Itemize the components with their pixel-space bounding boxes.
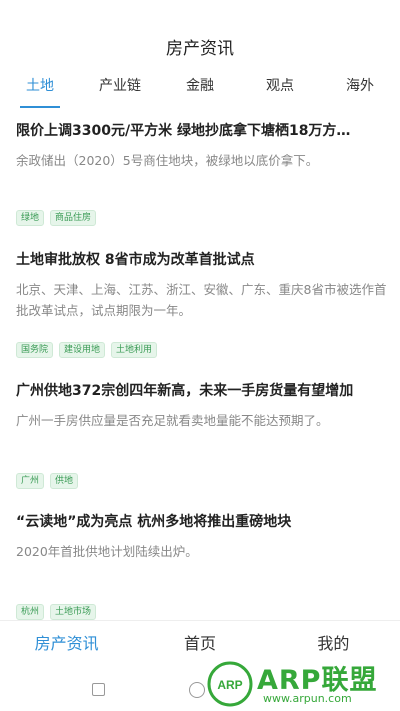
tab-industry-chain[interactable]: 产业链 bbox=[80, 68, 160, 108]
tag[interactable]: 建设用地 bbox=[59, 342, 106, 358]
app-header: 房产资讯 bbox=[0, 0, 400, 64]
watermark-url: www.arpun.com bbox=[263, 692, 352, 705]
article-item[interactable]: 限价上调3300元/平方米 绿地抄底拿下塘栖18万方… 余政储出（2020）5号… bbox=[0, 108, 400, 238]
article-title: 限价上调3300元/平方米 绿地抄底拿下塘栖18万方… bbox=[16, 123, 351, 139]
tab-finance[interactable]: 金融 bbox=[160, 68, 240, 108]
article-item[interactable]: 广州供地372宗创四年新高，未来一手房货量有望增加 广州一手房供应量是否充足就看… bbox=[0, 369, 400, 500]
logo-text: ARP bbox=[217, 678, 242, 692]
article-title: “云读地”成为亮点 杭州多地将推出重磅地块 bbox=[16, 514, 292, 530]
article-tags: 杭州 土地市场 bbox=[16, 604, 97, 620]
tab-land[interactable]: 土地 bbox=[0, 68, 80, 108]
arp-logo-icon: ARP bbox=[207, 661, 253, 707]
article-summary: 广州一手房供应量是否充足就看卖地量能不能达预期了。 bbox=[16, 413, 329, 428]
tab-label: 金融 bbox=[186, 78, 214, 94]
tab-label: 土地 bbox=[26, 78, 54, 94]
article-tags: 国务院 建设用地 土地利用 bbox=[16, 342, 158, 358]
article-summary: 2020年首批供地计划陆续出炉。 bbox=[16, 544, 198, 559]
article-summary: 余政储出（2020）5号商住地块，被绿地以底价拿下。 bbox=[16, 153, 319, 168]
article-tags: 绿地 商品住房 bbox=[16, 210, 97, 226]
tag[interactable]: 绿地 bbox=[16, 210, 45, 226]
tag[interactable]: 供地 bbox=[50, 473, 79, 489]
category-tabs: 土地 产业链 金融 观点 海外 bbox=[0, 68, 400, 108]
tag[interactable]: 土地市场 bbox=[50, 604, 97, 620]
article-item[interactable]: 土地审批放权 8省市成为改革首批试点 北京、天津、上海、江苏、浙江、安徽、广东、… bbox=[0, 238, 400, 369]
tab-overseas[interactable]: 海外 bbox=[320, 68, 400, 108]
article-list: 限价上调3300元/平方米 绿地抄底拿下塘栖18万方… 余政储出（2020）5号… bbox=[0, 108, 400, 620]
article-tags: 广州 供地 bbox=[16, 473, 79, 489]
tab-label: 产业链 bbox=[99, 78, 141, 94]
article-item[interactable]: “云读地”成为亮点 杭州多地将推出重磅地块 2020年首批供地计划陆续出炉。 杭… bbox=[0, 500, 400, 620]
article-title: 土地审批放权 8省市成为改革首批试点 bbox=[16, 252, 255, 268]
nav-real-estate-news[interactable]: 房产资讯 bbox=[0, 621, 133, 668]
tab-label: 海外 bbox=[346, 78, 374, 94]
tab-label: 观点 bbox=[266, 78, 294, 94]
tag[interactable]: 国务院 bbox=[16, 342, 54, 358]
tab-opinion[interactable]: 观点 bbox=[240, 68, 320, 108]
article-summary: 北京、天津、上海、江苏、浙江、安徽、广东、重庆8省市被选作首批改革试点，试点期限… bbox=[16, 282, 387, 318]
tag[interactable]: 广州 bbox=[16, 473, 45, 489]
tag[interactable]: 杭州 bbox=[16, 604, 45, 620]
page-title: 房产资讯 bbox=[166, 38, 234, 59]
tag[interactable]: 商品住房 bbox=[50, 210, 97, 226]
article-title: 广州供地372宗创四年新高，未来一手房货量有望增加 bbox=[16, 383, 354, 399]
watermark: ARP ARP联盟 www.arpun.com bbox=[200, 656, 400, 711]
square-icon[interactable] bbox=[92, 683, 105, 696]
tag[interactable]: 土地利用 bbox=[111, 342, 158, 358]
